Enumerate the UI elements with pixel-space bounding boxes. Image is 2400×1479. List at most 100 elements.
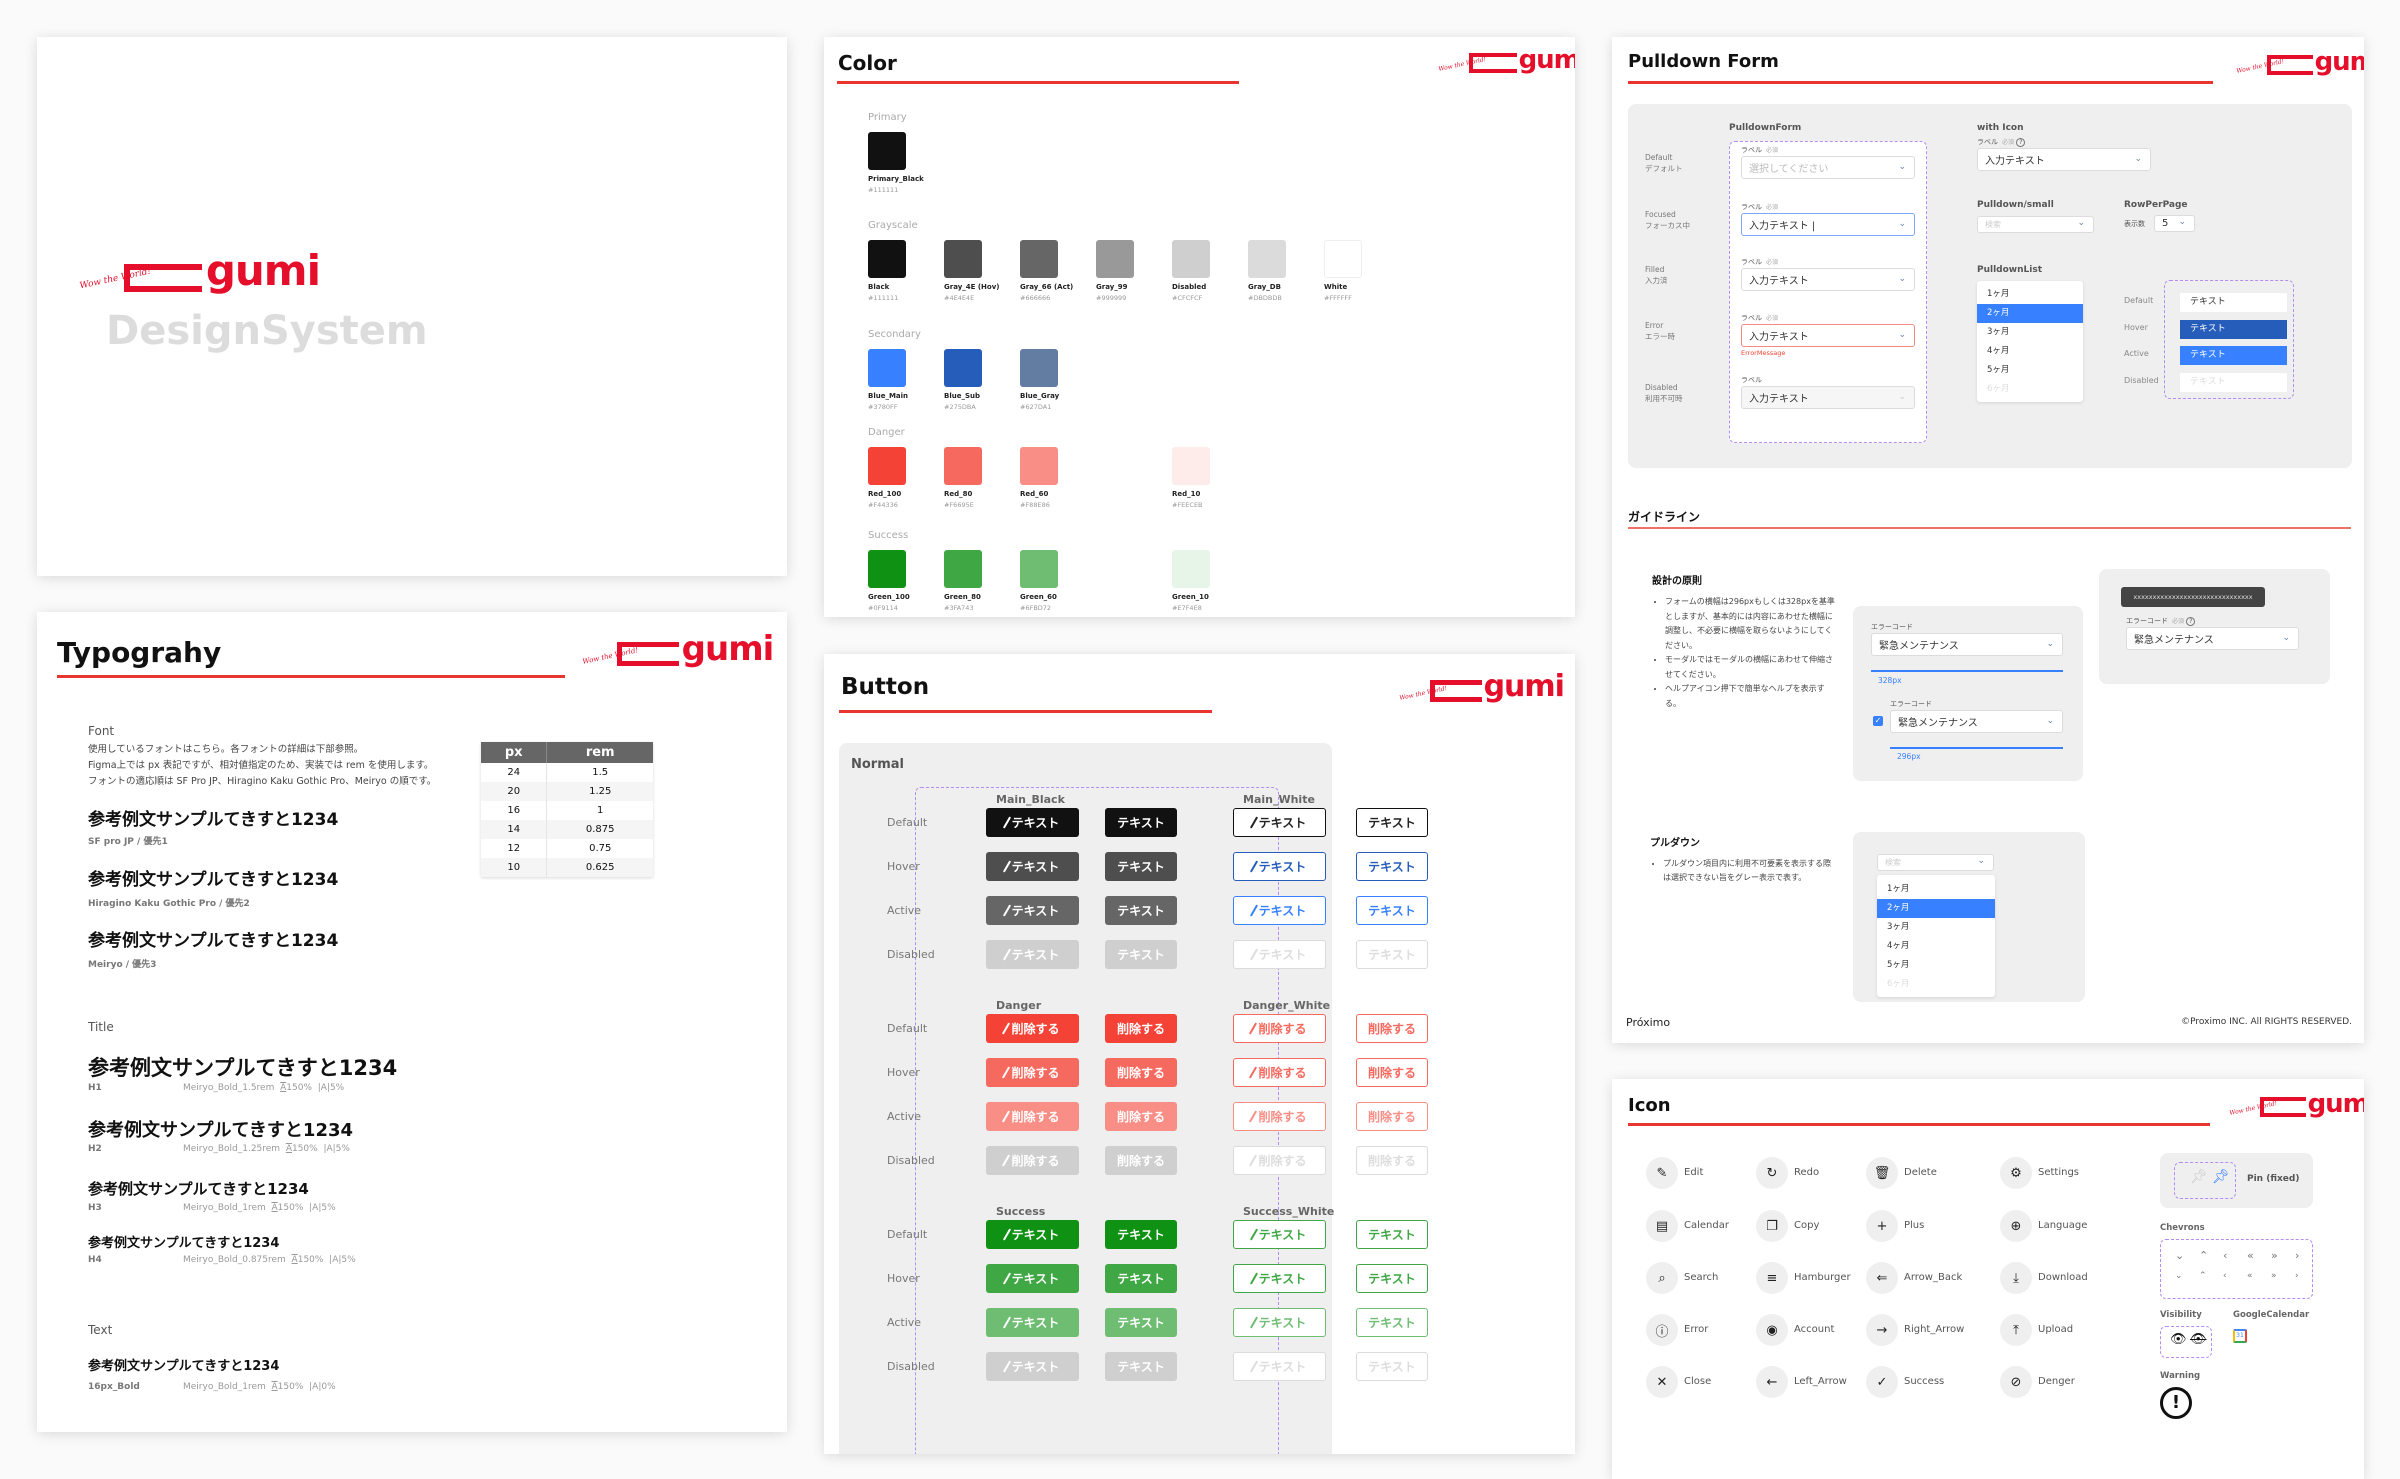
pin-filled-icon[interactable]: 📌︎: [2212, 1169, 2230, 1185]
filled-button[interactable]: テキスト: [1105, 940, 1177, 969]
list-item[interactable]: 2ヶ月: [1977, 304, 2083, 323]
filled-button[interactable]: 削除する: [1105, 1014, 1177, 1043]
error-code-select-tooltip[interactable]: 緊急メンテナンス ⌄: [2126, 627, 2299, 650]
chevron-down-icon: ⌄: [2046, 639, 2054, 649]
list-item[interactable]: 5ヶ月: [1877, 956, 1995, 975]
gumi-logo: Wow the World! gumi: [79, 250, 321, 292]
filled-button-with-icon[interactable]: テキスト: [986, 1220, 1079, 1249]
filled-button-with-icon[interactable]: テキスト: [986, 808, 1079, 837]
outline-button[interactable]: テキスト: [1356, 896, 1428, 925]
pulldown-filled[interactable]: 入力テキスト ⌄: [1741, 268, 1915, 291]
list-item[interactable]: 2ヶ月: [1877, 899, 1995, 918]
filled-button-with-icon[interactable]: テキスト: [986, 1308, 1079, 1337]
outline-button-with-icon[interactable]: 削除する: [1233, 1102, 1326, 1131]
filled-button-with-icon[interactable]: 削除する: [986, 1146, 1079, 1175]
filled-button-with-icon[interactable]: テキスト: [986, 1264, 1079, 1293]
left-arrow-icon: ←: [1756, 1366, 1788, 1398]
button-label: テキスト: [1011, 1360, 1060, 1374]
list-item[interactable]: 4ヶ月: [1877, 937, 1995, 956]
chevron-icon: ⌄: [2175, 1249, 2185, 1262]
title-sample-h4: 参考例文サンプルてきすと1234: [88, 1236, 280, 1251]
outline-button-with-icon[interactable]: テキスト: [1233, 1352, 1326, 1381]
font-caption-1: SF pro JP / 優先1: [88, 837, 168, 847]
filled-button-with-icon[interactable]: テキスト: [986, 896, 1079, 925]
pulldown-focused[interactable]: 入力テキスト | ⌄: [1741, 213, 1915, 236]
list-item-default[interactable]: テキスト: [2180, 293, 2287, 312]
outline-button[interactable]: テキスト: [1356, 1308, 1428, 1337]
filled-button-with-icon[interactable]: 削除する: [986, 1058, 1079, 1087]
outline-button-with-icon[interactable]: 削除する: [1233, 1146, 1326, 1175]
outline-button[interactable]: 削除する: [1356, 1146, 1428, 1175]
outline-button[interactable]: 削除する: [1356, 1058, 1428, 1087]
outline-button[interactable]: テキスト: [1356, 1352, 1428, 1381]
error-code-select-296[interactable]: 緊急メンテナンス ⌄: [1890, 710, 2063, 733]
checkbox[interactable]: ✓: [1873, 716, 1883, 726]
pulldown-showcase: PulldownForm Default デフォルト ラベル 必須 選択してください ⌄ F…: [1628, 104, 2352, 468]
outline-button[interactable]: テキスト: [1356, 940, 1428, 969]
filled-button[interactable]: テキスト: [1105, 808, 1177, 837]
outline-button[interactable]: 削除する: [1356, 1102, 1428, 1131]
eye-off-icon[interactable]: 👁︎: [2190, 1332, 2207, 1347]
color-swatch: [868, 349, 906, 387]
filled-button-with-icon[interactable]: 削除する: [986, 1014, 1079, 1043]
with-icon-select[interactable]: 入力テキスト ⌄: [1977, 148, 2151, 171]
icon-name: Arrow_Back: [1904, 1272, 1963, 1283]
swatch-hex: #3780FF: [868, 403, 898, 411]
filled-button[interactable]: テキスト: [1105, 852, 1177, 881]
outline-button-with-icon[interactable]: テキスト: [1233, 852, 1326, 881]
outline-button[interactable]: 削除する: [1356, 1014, 1428, 1043]
filled-button[interactable]: テキスト: [1105, 1264, 1177, 1293]
filled-button[interactable]: 削除する: [1105, 1146, 1177, 1175]
filled-button[interactable]: テキスト: [1105, 1220, 1177, 1249]
filled-button[interactable]: テキスト: [1105, 1308, 1177, 1337]
pulldown-small-select[interactable]: 検索 ⌄: [1977, 216, 2094, 233]
list-item[interactable]: 3ヶ月: [1977, 323, 2083, 342]
button-label: テキスト: [1258, 1360, 1307, 1374]
error-code-select-328[interactable]: 緊急メンテナンス ⌄: [1871, 633, 2063, 656]
outline-button-with-icon[interactable]: テキスト: [1233, 940, 1326, 969]
outline-button-with-icon[interactable]: テキスト: [1233, 1220, 1326, 1249]
title-sample-h3: 参考例文サンプルてきすと1234: [88, 1180, 309, 1198]
outline-button-with-icon[interactable]: 削除する: [1233, 1058, 1326, 1087]
list-item[interactable]: 4ヶ月: [1977, 342, 2083, 361]
outline-button-with-icon[interactable]: テキスト: [1233, 1308, 1326, 1337]
help-icon[interactable]: ?: [2016, 138, 2026, 147]
list-item[interactable]: 5ヶ月: [1977, 361, 2083, 380]
list-item[interactable]: 1ヶ月: [1877, 880, 1995, 899]
rows-per-page-select[interactable]: 5 ⌄: [2154, 215, 2195, 232]
help-icon[interactable]: ?: [2186, 617, 2196, 626]
list-item-active[interactable]: テキスト: [2180, 346, 2287, 365]
search-select[interactable]: 検索 ⌄: [1877, 854, 1994, 871]
with-icon-heading: with Icon: [1977, 123, 2024, 133]
edit-icon: ✎: [1646, 1157, 1678, 1189]
filled-button-with-icon[interactable]: テキスト: [986, 940, 1079, 969]
filled-button[interactable]: テキスト: [1105, 896, 1177, 925]
outline-button[interactable]: テキスト: [1356, 852, 1428, 881]
pulldown-error[interactable]: 入力テキスト ⌄: [1741, 324, 1915, 347]
filled-button[interactable]: 削除する: [1105, 1058, 1177, 1087]
outline-button[interactable]: テキスト: [1356, 1220, 1428, 1249]
filled-button-with-icon[interactable]: 削除する: [986, 1102, 1079, 1131]
outline-button[interactable]: テキスト: [1356, 808, 1428, 837]
state-label: Default: [887, 1228, 928, 1241]
outline-button[interactable]: テキスト: [1356, 1264, 1428, 1293]
outline-button-with-icon[interactable]: テキスト: [1233, 896, 1326, 925]
eye-icon[interactable]: 👁︎: [2170, 1332, 2187, 1347]
edit-icon: [1249, 904, 1258, 917]
edit-icon: [1249, 816, 1258, 829]
outline-button-with-icon[interactable]: テキスト: [1233, 808, 1326, 837]
chevron-down-icon: ⌄: [1898, 219, 1906, 229]
filled-button-with-icon[interactable]: テキスト: [986, 852, 1079, 881]
button-label: 削除する: [1258, 1022, 1307, 1036]
pulldown-default[interactable]: 選択してください ⌄: [1741, 156, 1915, 179]
filled-button-with-icon[interactable]: テキスト: [986, 1352, 1079, 1381]
outline-button-with-icon[interactable]: 削除する: [1233, 1014, 1326, 1043]
list-item-hover[interactable]: テキスト: [2180, 319, 2287, 339]
filled-button[interactable]: 削除する: [1105, 1102, 1177, 1131]
list-item[interactable]: 1ヶ月: [1977, 285, 2083, 304]
filled-button[interactable]: テキスト: [1105, 1352, 1177, 1381]
list-item[interactable]: 3ヶ月: [1877, 918, 1995, 937]
color-swatch: [1020, 550, 1058, 588]
state-label: Default: [887, 1022, 928, 1035]
outline-button-with-icon[interactable]: テキスト: [1233, 1264, 1326, 1293]
